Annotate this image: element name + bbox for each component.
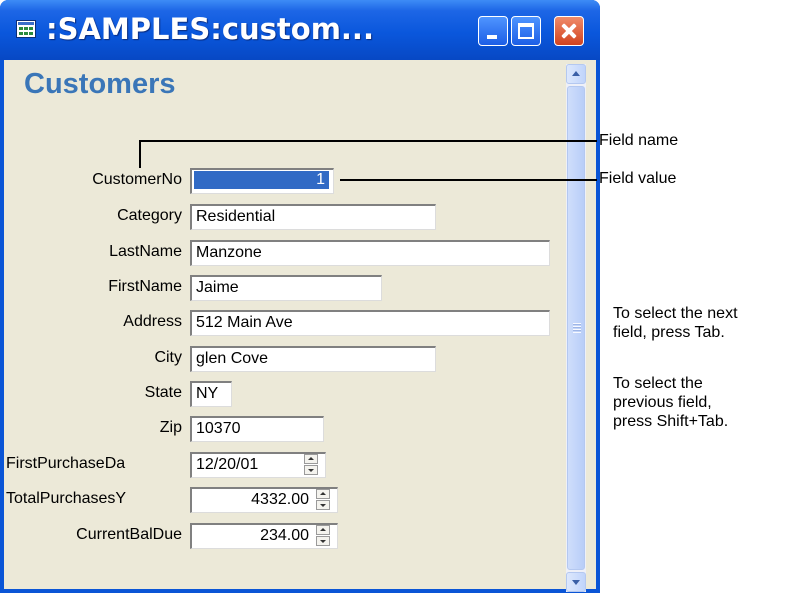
zip-field[interactable]: 10370 bbox=[190, 416, 324, 442]
field-value-annotation: Field value bbox=[599, 170, 677, 187]
table-icon[interactable] bbox=[16, 20, 36, 38]
maximize-button[interactable] bbox=[511, 16, 541, 46]
tab-hint-line-2: field, press Tab. bbox=[613, 324, 725, 341]
field-label-zip: Zip bbox=[159, 419, 182, 436]
spin-down-icon[interactable] bbox=[304, 465, 318, 475]
field-label-lastname: LastName bbox=[109, 243, 182, 260]
grip-icon bbox=[573, 323, 581, 333]
field-label-category: Category bbox=[117, 207, 182, 224]
shift-tab-hint-line-1: To select the bbox=[613, 375, 703, 392]
maximize-icon bbox=[518, 23, 534, 39]
spin-down-icon[interactable] bbox=[316, 536, 330, 546]
firstpurchasedate-spinner[interactable] bbox=[304, 454, 320, 476]
field-label-firstname: FirstName bbox=[108, 278, 182, 295]
customerno-field[interactable]: 1 bbox=[190, 168, 334, 194]
scroll-down-icon[interactable] bbox=[566, 572, 586, 592]
field-name-callout-vertical bbox=[139, 140, 141, 168]
field-name-annotation: Field name bbox=[599, 132, 679, 149]
field-label-city: City bbox=[154, 349, 182, 366]
form-heading: Customers bbox=[24, 68, 176, 100]
minimize-button[interactable] bbox=[478, 16, 508, 46]
address-field[interactable]: 512 Main Ave bbox=[190, 310, 550, 336]
firstname-field[interactable]: Jaime bbox=[190, 275, 382, 301]
shift-tab-hint-line-3: press Shift+Tab. bbox=[613, 413, 729, 430]
field-label-state: State bbox=[144, 384, 182, 401]
form-window: :SAMPLES:custom... Customers CustomerNo … bbox=[0, 0, 600, 593]
scroll-up-icon[interactable] bbox=[566, 64, 586, 84]
minimize-icon bbox=[487, 35, 497, 39]
city-field[interactable]: glen Cove bbox=[190, 346, 436, 372]
field-name-callout-horizontal bbox=[139, 140, 597, 142]
shift-tab-hint-line-2: previous field, bbox=[613, 394, 712, 411]
spin-up-icon[interactable] bbox=[316, 489, 330, 499]
vertical-scrollbar[interactable] bbox=[566, 64, 586, 592]
field-label-totalpurchases: TotalPurchasesY bbox=[6, 490, 127, 507]
tab-hint-line-1: To select the next bbox=[613, 305, 738, 322]
field-label-address: Address bbox=[123, 313, 182, 330]
state-field[interactable]: NY bbox=[190, 381, 232, 407]
field-value-callout bbox=[340, 179, 597, 181]
spin-up-icon[interactable] bbox=[316, 525, 330, 535]
tab-hint-annotation: To select the next field, press Tab. bbox=[613, 304, 738, 342]
spin-up-icon[interactable] bbox=[304, 454, 318, 464]
spin-down-icon[interactable] bbox=[316, 500, 330, 510]
shift-tab-hint-annotation: To select the previous field, press Shif… bbox=[613, 374, 728, 431]
customerno-value: 1 bbox=[194, 171, 329, 189]
close-icon bbox=[555, 17, 583, 45]
lastname-field[interactable]: Manzone bbox=[190, 240, 550, 266]
window-title: :SAMPLES:custom... bbox=[46, 12, 374, 46]
close-button[interactable] bbox=[554, 16, 584, 46]
scroll-thumb[interactable] bbox=[567, 86, 585, 570]
currentbaldue-spinner[interactable] bbox=[316, 525, 332, 547]
field-label-firstpurchasedate: FirstPurchaseDa bbox=[6, 455, 126, 472]
category-field[interactable]: Residential bbox=[190, 204, 436, 230]
title-bar[interactable]: :SAMPLES:custom... bbox=[0, 0, 600, 60]
field-label-currentbaldue: CurrentBalDue bbox=[76, 526, 182, 543]
totalpurchases-spinner[interactable] bbox=[316, 489, 332, 511]
field-label-customerno: CustomerNo bbox=[92, 171, 182, 188]
